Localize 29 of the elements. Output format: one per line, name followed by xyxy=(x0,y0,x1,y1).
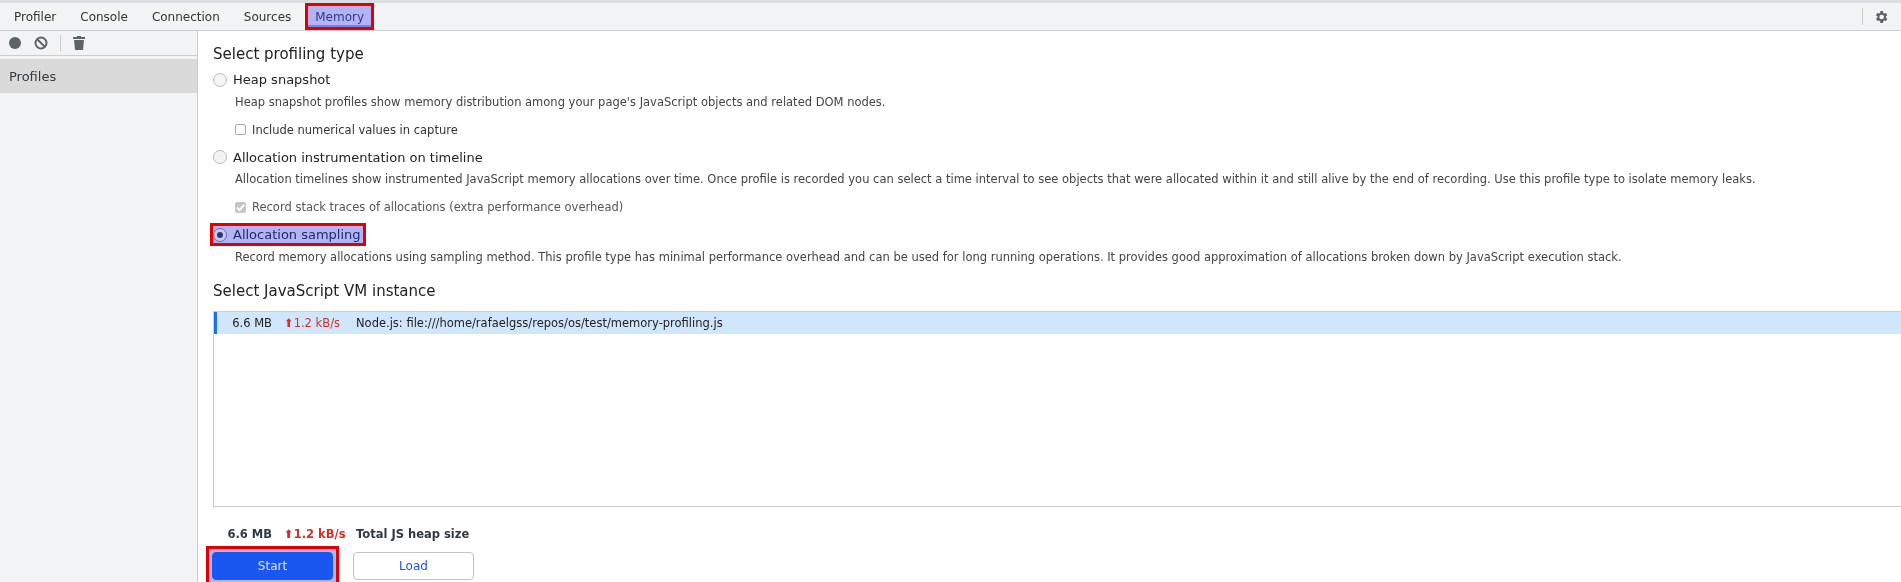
check-icon xyxy=(236,202,245,212)
total-heap-size: 6.6 MB xyxy=(226,526,272,541)
total-allocation-rate: ⬆1.2 kB/s xyxy=(284,526,347,541)
clear-icon[interactable] xyxy=(34,36,48,50)
panel-tab[interactable]: Connection xyxy=(141,3,230,30)
heap-size: 6.6 MB xyxy=(231,315,272,330)
radio-option[interactable]: Allocation instrumentation on timeline xyxy=(213,148,485,166)
panel-tab[interactable]: Console xyxy=(70,3,138,30)
load-button[interactable]: Load xyxy=(353,551,474,580)
settings-icon[interactable] xyxy=(1873,8,1889,25)
checkbox-option[interactable]: Include numerical values in capture xyxy=(235,122,458,137)
panel-tab[interactable]: Sources xyxy=(233,3,302,30)
panel-tab[interactable]: Memory xyxy=(305,3,375,30)
start-button[interactable]: Start xyxy=(212,551,333,580)
option-description: Heap snapshot profiles show memory distribution among your page's JavaScript objects and related DOM nodes. xyxy=(235,94,887,109)
record-icon[interactable] xyxy=(8,36,22,50)
panel-tab[interactable]: Profiler xyxy=(4,3,67,30)
summary-label: Total JS heap size xyxy=(356,526,470,541)
trash-icon[interactable] xyxy=(73,36,85,50)
section-heading: Select JavaScript VM instance xyxy=(213,281,437,300)
sidebar-item[interactable]: Profiles xyxy=(0,59,197,93)
option-description: Allocation timelines show instrumented JavaScript memory allocations over time. Once profile is recorded you can select a time interval to see objects that were allocated within it and still alive by the end of recording. Use this profile type to isolate memory leaks. xyxy=(235,172,1757,186)
allocation-rate: ⬆1.2 kB/s xyxy=(284,315,341,330)
option-description: Record memory allocations using sampling method. This profile type has minimal performance overhead and can be used for long running operations. It provides good approximation of allocations broken down by JavaScript execution stack. xyxy=(235,249,1623,264)
section-heading: Select profiling type xyxy=(213,45,365,63)
radio-option[interactable]: Allocation sampling xyxy=(213,226,363,243)
vm-instance-row[interactable]: 6.6 MB ⬆1.2 kB/s Node.js: file:///home/rafaelgss/repos/os/test/memory-profiling.js xyxy=(214,311,1901,334)
vm-name: Node.js: file:///home/rafaelgss/repos/os/test/memory-profiling.js xyxy=(356,315,723,330)
radio-option[interactable]: Heap snapshot xyxy=(213,71,333,88)
